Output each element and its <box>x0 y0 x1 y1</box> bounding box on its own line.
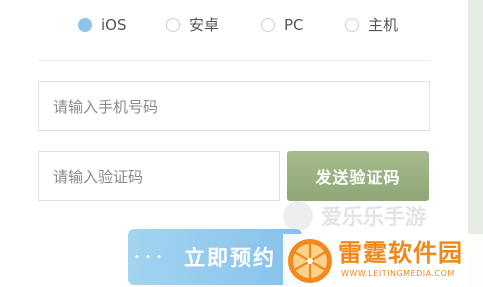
watermark-leiting-title: 雷霆软件园 <box>338 239 463 267</box>
section-divider <box>38 60 430 61</box>
platform-option-ios[interactable]: iOS <box>78 12 127 38</box>
watermark-aileyou-text: 爱乐乐手游 <box>321 205 426 229</box>
radio-selected-icon[interactable] <box>78 18 92 32</box>
reserve-now-button[interactable]: • • • 立即预约 <box>128 229 302 285</box>
platform-selector: iOS 安卓 PC 主机 <box>0 12 460 38</box>
radio-unselected-icon[interactable] <box>261 18 275 32</box>
platform-label-console: 主机 <box>368 16 399 34</box>
platform-label-android: 安卓 <box>189 16 220 34</box>
watermark-logo-icon <box>283 201 313 231</box>
phone-number-input[interactable]: 请输入手机号码 <box>38 81 430 131</box>
platform-option-pc[interactable]: PC <box>261 12 304 38</box>
radio-unselected-icon[interactable] <box>166 18 180 32</box>
watermark-leiting-url: WWW.LEITINGMEDIA.COM <box>341 269 455 278</box>
platform-label-pc: PC <box>284 16 304 34</box>
platform-option-console[interactable]: 主机 <box>345 12 398 38</box>
reserve-now-label: 立即预约 <box>184 246 276 270</box>
watermark-aileyou: 爱乐乐手游 <box>283 197 483 235</box>
radio-unselected-icon[interactable] <box>345 18 359 32</box>
platform-option-android[interactable]: 安卓 <box>166 12 219 38</box>
watermark-leiting: 雷霆软件园 WWW.LEITINGMEDIA.COM <box>283 234 483 287</box>
dots-decoration-icon: • • • <box>134 251 164 263</box>
phone-number-placeholder: 请输入手机号码 <box>53 97 159 116</box>
orange-slice-logo-icon <box>288 239 332 283</box>
verification-code-placeholder: 请输入验证码 <box>53 167 144 186</box>
platform-label-ios: iOS <box>101 16 127 34</box>
verification-code-input[interactable]: 请输入验证码 <box>38 151 280 201</box>
send-code-button[interactable]: 发送验证码 <box>287 151 429 201</box>
send-code-label: 发送验证码 <box>315 168 401 187</box>
